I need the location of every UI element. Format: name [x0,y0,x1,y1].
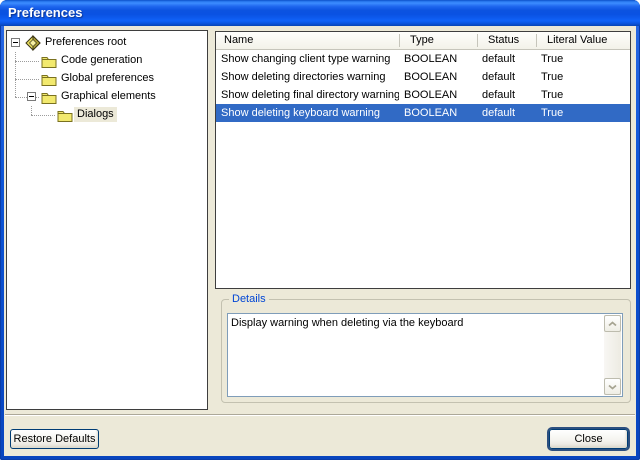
close-button[interactable]: Close [549,429,628,449]
folder-icon [41,55,57,71]
preferences-tree: Preferences root Code generation Global pr… [6,30,208,410]
tree-expander-minus[interactable] [27,92,36,101]
cell-status: default [477,86,536,104]
minus-icon [29,96,34,97]
preferences-window: Preferences Preferences root Code generat… [0,0,640,460]
scroll-up-button[interactable] [604,315,621,332]
cell-status: default [477,50,536,68]
tree-item-label: Dialogs [74,107,117,122]
cell-literal-value: True [536,86,630,104]
tree-item-global-preferences[interactable]: Global preferences [7,70,207,88]
table-body: Show changing client type warningBOOLEAN… [216,50,630,122]
cell-status: default [477,68,536,86]
cell-name: Show deleting directories warning [216,68,399,86]
table-header: NameTypeStatusLiteral Value [216,32,630,50]
tree-item-label: Global preferences [58,71,157,86]
tree-item-preferences-root[interactable]: Preferences root [7,34,207,52]
cell-type: BOOLEAN [399,68,477,86]
tree-item-code-generation[interactable]: Code generation [7,52,207,70]
tree-item-graphical-elements[interactable]: Graphical elements [7,88,207,106]
tree-item-label: Preferences root [42,35,129,50]
tree-expander-minus[interactable] [11,38,20,47]
folder-icon [41,91,57,107]
tree-item-dialogs[interactable]: Dialogs [7,106,207,124]
dialog-client-area: Preferences root Code generation Global pr… [4,26,636,456]
folder-icon [57,109,73,125]
gem-icon [25,35,41,54]
column-header-literal-value[interactable]: Literal Value [536,32,630,49]
table-row-show-deleting-directories-warning[interactable]: Show deleting directories warningBOOLEAN… [216,68,630,86]
cell-literal-value: True [536,104,630,122]
cell-type: BOOLEAN [399,104,477,122]
separator [5,414,635,416]
cell-literal-value: True [536,68,630,86]
tree-connector-line [15,61,39,62]
column-header-name[interactable]: Name [216,32,399,49]
tree-item-label: Graphical elements [58,89,159,104]
minus-icon [13,42,18,43]
folder-icon [41,73,57,89]
column-header-status[interactable]: Status [477,32,536,49]
table-row-show-deleting-final-directory-warning[interactable]: Show deleting final directory warningBOO… [216,86,630,104]
tree-connector-line [15,52,16,97]
tree-item-label: Code generation [58,53,145,68]
cell-name: Show changing client type warning [216,50,399,68]
details-group-label: Details [229,293,269,306]
chevron-down-icon [608,384,617,390]
cell-literal-value: True [536,50,630,68]
table-row-show-changing-client-type-warning[interactable]: Show changing client type warningBOOLEAN… [216,50,630,68]
tree-connector-line [31,115,55,116]
chevron-up-icon [608,321,617,327]
column-header-type[interactable]: Type [399,32,477,49]
preferences-table: NameTypeStatusLiteral Value Show changin… [215,31,631,289]
cell-status: default [477,104,536,122]
cell-type: BOOLEAN [399,86,477,104]
scroll-down-button[interactable] [604,378,621,395]
tree-connector-line [31,106,32,115]
details-textbox[interactable]: Display warning when deleting via the ke… [227,313,623,397]
cell-type: BOOLEAN [399,50,477,68]
window-title: Preferences [8,5,82,20]
cell-name: Show deleting keyboard warning [216,104,399,122]
tree-connector-line [15,79,39,80]
details-text: Display warning when deleting via the ke… [231,316,602,330]
titlebar[interactable]: Preferences [0,0,640,26]
details-scrollbar[interactable] [604,315,621,395]
cell-name: Show deleting final directory warning [216,86,399,104]
restore-defaults-button[interactable]: Restore Defaults [10,429,99,449]
table-row-show-deleting-keyboard-warning[interactable]: Show deleting keyboard warningBOOLEANdef… [216,104,630,122]
